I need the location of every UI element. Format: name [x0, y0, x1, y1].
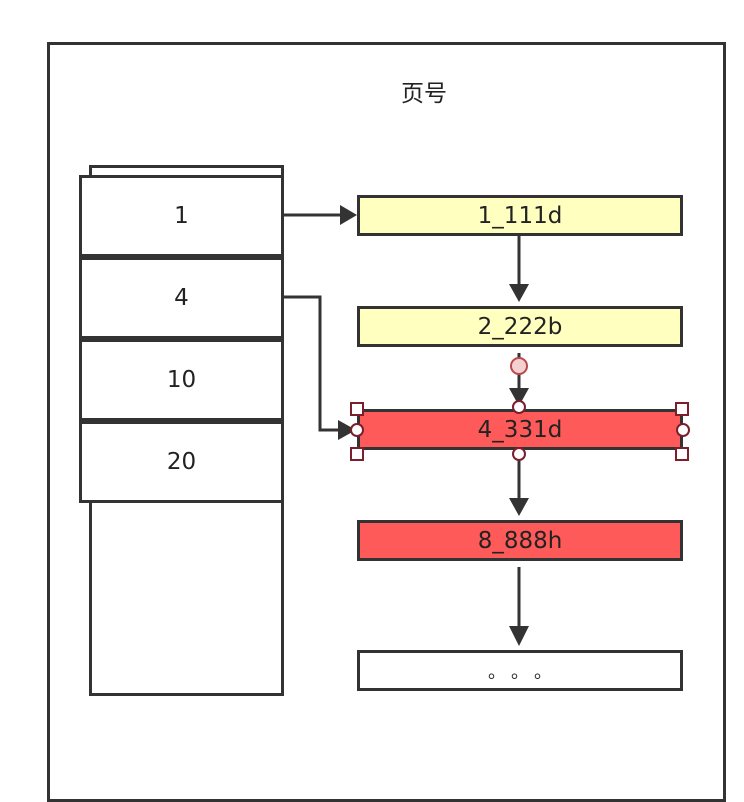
node-1-111d[interactable]: 1_111d: [357, 195, 683, 236]
node-label: 4_331d: [477, 416, 563, 443]
index-cell-1: 1: [79, 175, 284, 257]
index-cell-label: 1: [174, 203, 189, 229]
node-8-888h[interactable]: 8_888h: [357, 520, 683, 561]
node-4-331d-selected[interactable]: 4_331d: [357, 409, 683, 450]
index-cell-20: 20: [79, 421, 284, 503]
index-cell-label: 20: [166, 449, 197, 475]
node-label: 1_111d: [477, 202, 563, 229]
index-cell-label: 4: [174, 285, 189, 311]
node-label: 2_222b: [477, 313, 563, 340]
node-2-222b[interactable]: 2_222b: [357, 306, 683, 347]
index-cell-label: 10: [166, 367, 197, 393]
node-label: 8_888h: [477, 527, 563, 554]
node-ellipsis[interactable]: 。。。: [357, 650, 683, 691]
node-label: 。。。: [488, 661, 566, 683]
index-cell-4: 4: [79, 257, 284, 339]
index-cell-10: 10: [79, 339, 284, 421]
page-title: 页号: [401, 81, 447, 107]
